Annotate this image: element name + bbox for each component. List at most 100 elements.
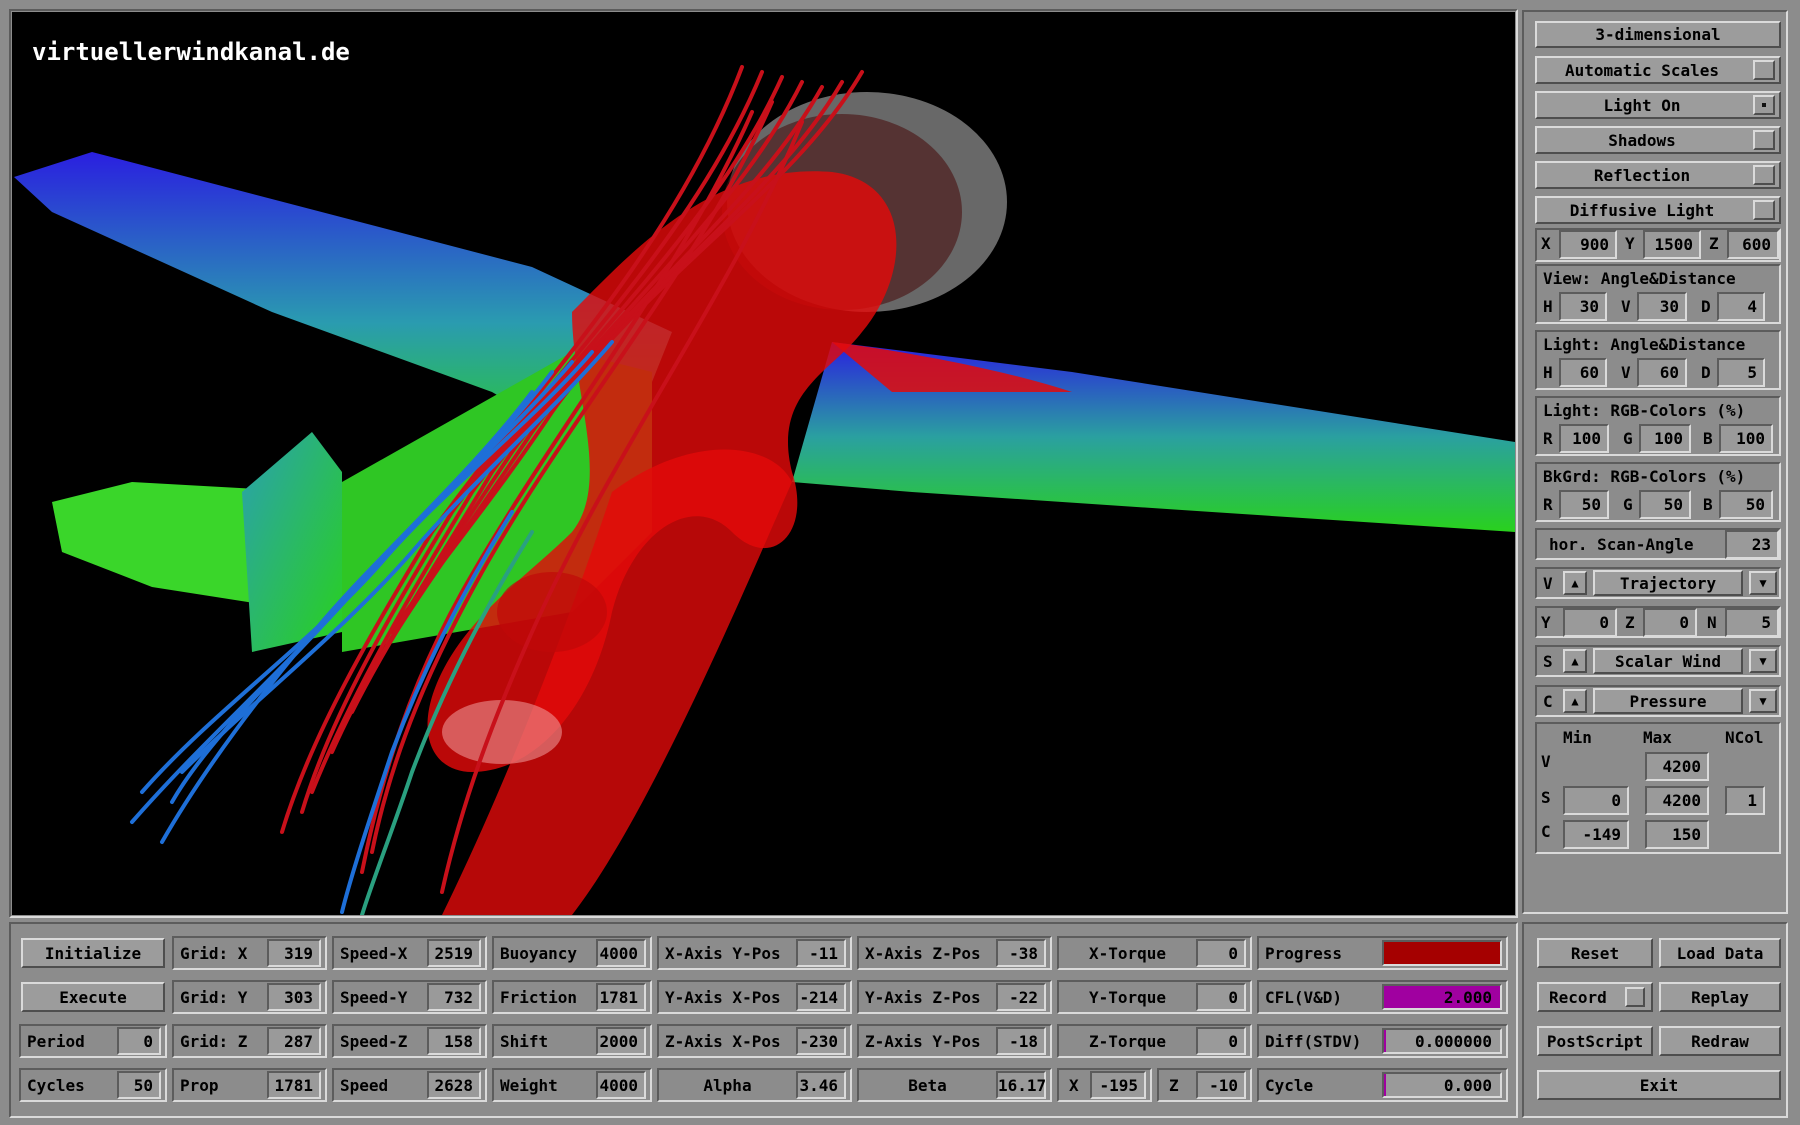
x-torque-cell: X-Torque 0 (1057, 936, 1252, 970)
triangle-down-icon[interactable]: ▼ (1749, 689, 1777, 713)
field-label: Y-Torque (1088, 988, 1167, 1007)
shadows-toggle[interactable]: Shadows (1535, 126, 1781, 154)
field-value[interactable]: 4000 (596, 939, 646, 967)
field-value[interactable]: 303 (267, 983, 321, 1011)
field-value[interactable]: 4000 (596, 1071, 646, 1099)
mode-3d-button[interactable]: 3-dimensional (1535, 21, 1781, 48)
progress-cell: Progress (1257, 936, 1508, 970)
replay-button[interactable]: Replay (1659, 982, 1781, 1012)
exit-button[interactable]: Exit (1537, 1070, 1781, 1100)
pos-y-field[interactable]: 1500 (1643, 230, 1701, 259)
light-v-field[interactable]: 60 (1637, 358, 1687, 387)
field-value[interactable]: 0 (1196, 983, 1246, 1011)
shadows-label: Shadows (1608, 130, 1676, 150)
triangle-up-icon[interactable]: ▲ (1563, 689, 1587, 713)
field-value[interactable]: 2628 (427, 1071, 481, 1099)
initialize-button[interactable]: Initialize (21, 938, 165, 968)
field-value[interactable]: -230 (796, 1027, 846, 1055)
yzn-n-field[interactable]: 5 (1725, 608, 1779, 637)
vector-mode-key: V (1543, 574, 1553, 593)
yzn-y-field[interactable]: 0 (1563, 608, 1617, 637)
view-h-field[interactable]: 30 (1559, 292, 1607, 321)
triangle-up-icon[interactable]: ▲ (1563, 571, 1587, 595)
triangle-up-icon[interactable]: ▲ (1563, 649, 1587, 673)
field-label: Z-Torque (1088, 1032, 1167, 1051)
field-label: Period (27, 1032, 85, 1051)
field-value[interactable]: 3.46 (796, 1071, 846, 1099)
field-value[interactable]: 0 (117, 1027, 161, 1055)
scale-s-min-field[interactable]: 0 (1563, 786, 1629, 815)
light-on-checkbox[interactable] (1753, 95, 1775, 115)
light-h-label: H (1543, 363, 1553, 382)
bkgrd-b-field[interactable]: 50 (1719, 490, 1773, 519)
scale-s-ncol-field[interactable]: 1 (1725, 786, 1765, 815)
record-checkbox[interactable] (1625, 987, 1645, 1007)
field-value[interactable]: 732 (427, 983, 481, 1011)
bkgrd-g-field[interactable]: 50 (1639, 490, 1691, 519)
field-label: Progress (1265, 944, 1343, 963)
field-value[interactable]: 50 (117, 1071, 161, 1099)
field-value[interactable]: 1781 (267, 1071, 321, 1099)
light-d-field[interactable]: 5 (1717, 358, 1765, 387)
cycle-cell: Cycle 0.000 (1257, 1068, 1508, 1102)
field-value[interactable]: 287 (267, 1027, 321, 1055)
x-value[interactable]: -195 (1090, 1071, 1146, 1099)
light-b-field[interactable]: 100 (1719, 424, 1773, 453)
yzn-z-field[interactable]: 0 (1643, 608, 1697, 637)
render-viewport[interactable]: virtuellerwindkanal.de (12, 12, 1515, 915)
diffusive-light-checkbox[interactable] (1753, 200, 1775, 220)
view-v-field[interactable]: 30 (1637, 292, 1687, 321)
diffusive-light-toggle[interactable]: Diffusive Light (1535, 196, 1781, 224)
scale-c-min-field[interactable]: -149 (1563, 820, 1629, 849)
view-title: View: Angle&Distance (1543, 269, 1736, 288)
field-value[interactable]: -18 (996, 1027, 1046, 1055)
automatic-scales-checkbox[interactable] (1753, 60, 1775, 80)
bkgrd-r-field[interactable]: 50 (1559, 490, 1609, 519)
record-button[interactable]: Record (1537, 982, 1653, 1012)
execute-button[interactable]: Execute (21, 982, 165, 1012)
shadows-checkbox[interactable] (1753, 130, 1775, 150)
field-value[interactable]: 2000 (596, 1027, 646, 1055)
light-on-toggle[interactable]: Light On (1535, 91, 1781, 119)
z-value[interactable]: -10 (1196, 1071, 1246, 1099)
field-value[interactable]: -11 (796, 939, 846, 967)
load-data-button[interactable]: Load Data (1659, 938, 1781, 968)
scan-angle-field[interactable]: 23 (1725, 530, 1779, 559)
field-label: Friction (500, 988, 578, 1007)
field-value[interactable]: 1781 (596, 983, 646, 1011)
buoyancy-cell: Buoyancy 4000 (492, 936, 652, 970)
vector-mode-value[interactable]: Trajectory (1593, 570, 1743, 596)
scale-s-max-field[interactable]: 4200 (1645, 786, 1709, 815)
max-header: Max (1643, 728, 1672, 747)
scale-c-max-field[interactable]: 150 (1645, 820, 1709, 849)
field-value[interactable]: 0 (1196, 939, 1246, 967)
field-value[interactable]: 2519 (427, 939, 481, 967)
field-value[interactable]: 16.17 (996, 1071, 1046, 1099)
field-value[interactable]: -38 (996, 939, 1046, 967)
pos-x-field[interactable]: 900 (1559, 230, 1617, 259)
alpha-cell: Alpha 3.46 (657, 1068, 852, 1102)
field-value[interactable]: 319 (267, 939, 321, 967)
reset-button[interactable]: Reset (1537, 938, 1653, 968)
progress-fill (1384, 1030, 1386, 1052)
view-d-field[interactable]: 4 (1717, 292, 1765, 321)
scalar-mode-value[interactable]: Scalar Wind (1593, 648, 1743, 674)
bkgrd-b-label: B (1703, 495, 1713, 514)
automatic-scales-toggle[interactable]: Automatic Scales (1535, 56, 1781, 84)
field-value[interactable]: 158 (427, 1027, 481, 1055)
light-h-field[interactable]: 60 (1559, 358, 1607, 387)
field-value[interactable]: 0 (1196, 1027, 1246, 1055)
scale-v-max-field[interactable]: 4200 (1645, 752, 1709, 781)
color-mode-value[interactable]: Pressure (1593, 688, 1743, 714)
triangle-down-icon[interactable]: ▼ (1749, 571, 1777, 595)
field-value[interactable]: -214 (796, 983, 846, 1011)
pos-z-field[interactable]: 600 (1727, 230, 1779, 259)
field-value[interactable]: -22 (996, 983, 1046, 1011)
reflection-toggle[interactable]: Reflection (1535, 161, 1781, 189)
triangle-down-icon[interactable]: ▼ (1749, 649, 1777, 673)
light-r-field[interactable]: 100 (1559, 424, 1609, 453)
light-g-field[interactable]: 100 (1639, 424, 1691, 453)
postscript-button[interactable]: PostScript (1537, 1026, 1653, 1056)
redraw-button[interactable]: Redraw (1659, 1026, 1781, 1056)
reflection-checkbox[interactable] (1753, 165, 1775, 185)
